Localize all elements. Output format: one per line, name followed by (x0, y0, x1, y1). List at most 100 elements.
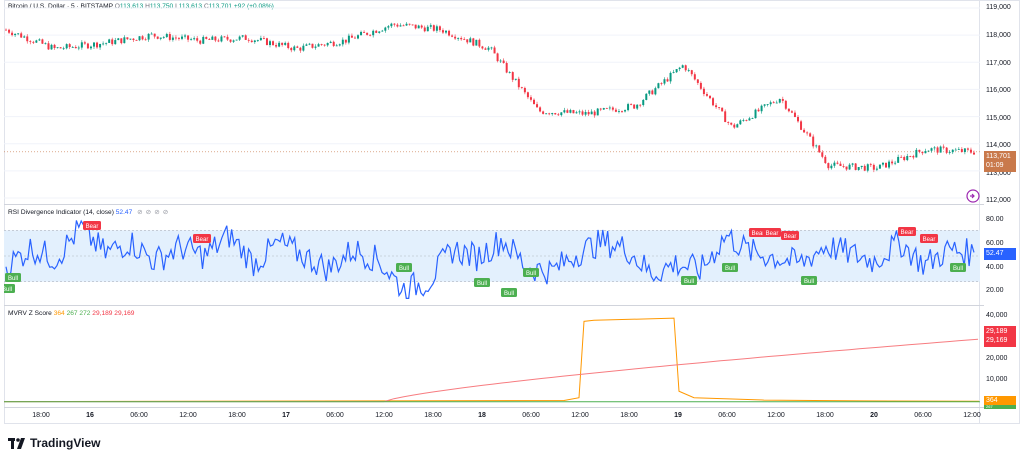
candle (308, 42, 311, 46)
candle-body (105, 42, 108, 44)
candle-body (96, 42, 99, 48)
chart-window: Bitcoin / U.S. Dollar · 5 · BITSTAMP O11… (0, 0, 1024, 459)
price-axis-tick: 114,000 (986, 142, 1011, 149)
candle (360, 30, 363, 36)
candle (44, 42, 47, 45)
time-axis-tick: 20 (870, 412, 878, 419)
candle-body (745, 120, 748, 121)
candle (438, 25, 441, 33)
candle-body (68, 44, 71, 48)
candle (375, 29, 378, 34)
candle (466, 39, 469, 45)
candle (806, 131, 809, 136)
candle-body (675, 69, 678, 73)
candle (287, 41, 290, 50)
candle (89, 45, 92, 50)
bear-label-text: Bear (923, 237, 936, 243)
candle-body (493, 47, 496, 54)
candle-body (174, 37, 177, 39)
candle-body (229, 39, 232, 42)
candle (475, 39, 478, 46)
candle-body (651, 90, 654, 95)
mvrv-axis-tick: 40,000 (986, 312, 1008, 319)
candle-body (281, 42, 284, 45)
candle-body (393, 23, 396, 25)
bull-label-text: Bull (526, 271, 536, 277)
candle-body (38, 39, 41, 41)
candle-body (903, 157, 906, 161)
candle-body (927, 150, 930, 152)
rsi-chart[interactable]: Bull Bull Bull Bull Bull Bull Bull Bull Bull Bull… (4, 205, 980, 305)
candle-body (772, 102, 775, 104)
candle-body (247, 39, 250, 41)
candle (5, 28, 7, 31)
candle-body (584, 112, 587, 115)
candle-body (402, 25, 405, 27)
bear-label: Bear (83, 221, 101, 230)
candle-body (709, 95, 711, 99)
mvrv-chart[interactable] (4, 306, 980, 406)
candle-body (736, 124, 739, 128)
candle-body (347, 35, 350, 43)
candle-body (866, 164, 869, 171)
bear-label: Bear (763, 228, 781, 237)
candle-body (836, 162, 839, 164)
candle-body (769, 102, 772, 105)
candle-body (693, 74, 696, 80)
candle (809, 132, 812, 137)
candle (709, 95, 711, 100)
candle-body (284, 42, 287, 45)
candle (74, 45, 77, 49)
candle (278, 41, 281, 48)
bull-label-text: Bull (477, 281, 487, 287)
bull-label: Bull (950, 263, 966, 272)
bull-label-text: Bull (684, 279, 694, 285)
price-axis-tick: 119,000 (986, 4, 1011, 11)
candle-body (293, 46, 296, 51)
bear-label: Bear (898, 227, 916, 236)
candle (41, 38, 44, 45)
candle (293, 45, 296, 52)
candle (159, 37, 162, 41)
candle (96, 41, 99, 49)
candle (205, 36, 208, 40)
candle (135, 39, 138, 41)
candle-body (272, 41, 275, 46)
rsi-axis-tick: 40.00 (986, 264, 1004, 271)
candle-body (936, 147, 939, 153)
candle (617, 109, 620, 114)
candle-body (699, 82, 702, 89)
candle (496, 52, 499, 63)
candle (129, 38, 132, 41)
price-axis-tick: 112,000 (986, 197, 1011, 204)
bull-label-text: Bull (4, 287, 12, 293)
candle-body (269, 41, 271, 46)
candle (265, 37, 268, 46)
scroll-to-realtime-icon[interactable] (966, 189, 980, 203)
time-axis-tick: 18:00 (816, 412, 834, 419)
candle (250, 39, 253, 43)
tradingview-logo[interactable]: TradingView (8, 436, 100, 450)
candle-body (621, 111, 623, 112)
bear-label-text: Bear (901, 230, 914, 236)
candle (262, 36, 265, 40)
candle-body (126, 37, 129, 40)
candle (699, 81, 702, 91)
candle (202, 35, 205, 45)
candle (933, 146, 936, 151)
candle-body (502, 60, 505, 64)
candle (793, 110, 796, 118)
candle (727, 121, 730, 126)
candle-body (153, 33, 156, 37)
bull-label: Bull (722, 263, 738, 272)
candle (417, 24, 420, 29)
candle-body (854, 163, 857, 170)
candle (272, 40, 275, 46)
candle (645, 93, 648, 101)
price-chart[interactable] (4, 0, 980, 204)
candle (954, 147, 957, 151)
candle-body (924, 151, 927, 154)
candle-body (803, 129, 806, 133)
candle-body (26, 36, 29, 42)
candle-body (432, 25, 435, 31)
